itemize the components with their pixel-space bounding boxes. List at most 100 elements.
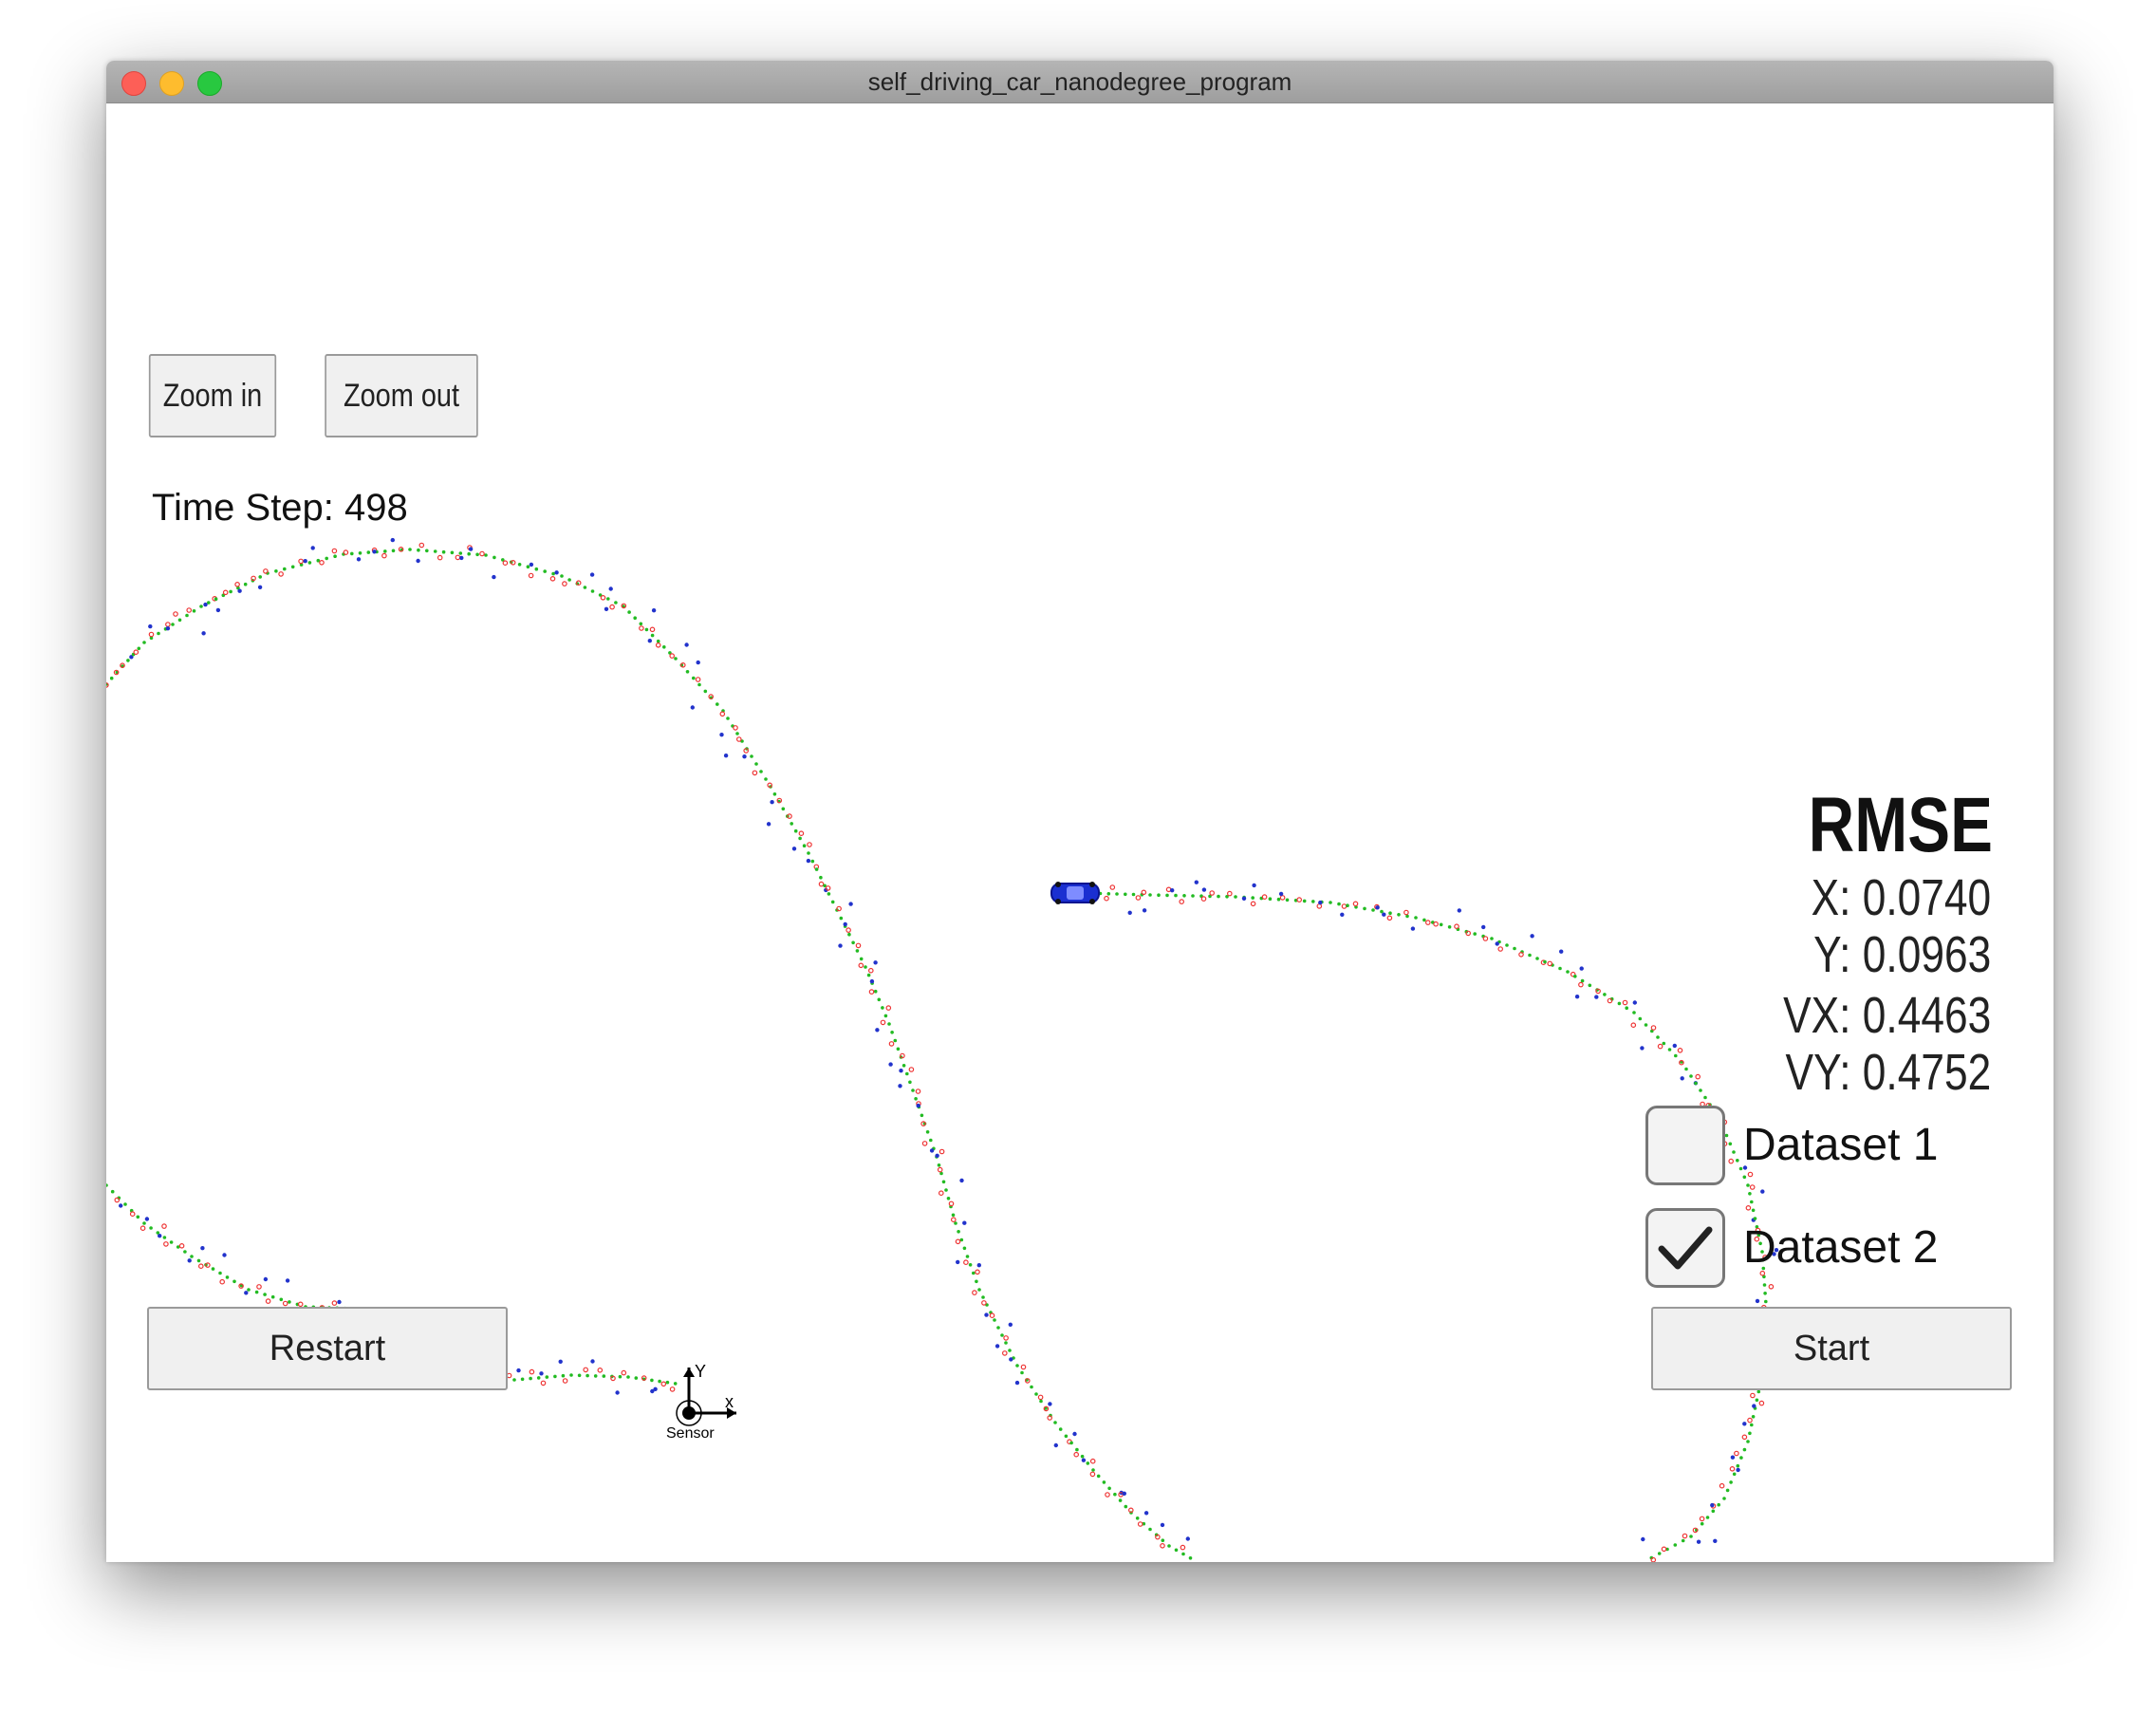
simulator-window: self_driving_car_nanodegree_program Y x … xyxy=(106,61,2054,1562)
radar-measurement xyxy=(1730,1455,1736,1460)
ground-truth-point xyxy=(1739,1456,1743,1460)
lidar-measurement xyxy=(1728,1158,1735,1164)
window-title: self_driving_car_nanodegree_program xyxy=(867,67,1292,96)
radar-measurement xyxy=(459,555,464,561)
ground-truth-point xyxy=(750,754,753,758)
radar-measurement xyxy=(1530,934,1534,939)
radar-measurement xyxy=(1672,1043,1678,1049)
dataset-2-label[interactable]: Dataset 2 xyxy=(1743,1225,1938,1271)
ground-truth-point xyxy=(1174,893,1178,898)
lidar-measurement xyxy=(1719,1482,1725,1489)
ground-truth-point xyxy=(1729,1480,1733,1484)
lidar-measurement xyxy=(807,842,812,847)
ground-truth-point xyxy=(673,1382,678,1386)
ground-truth-point xyxy=(937,1163,941,1167)
lidar-measurement xyxy=(1160,1543,1165,1549)
ground-truth-point xyxy=(590,589,595,593)
lidar-measurement xyxy=(989,1312,995,1319)
radar-measurement xyxy=(337,1299,342,1305)
zoom-in-button[interactable]: Zoom in xyxy=(148,354,277,437)
ground-truth-point xyxy=(553,1374,557,1379)
ground-truth-point xyxy=(925,1130,930,1134)
radar-measurement xyxy=(1457,908,1462,913)
radar-measurement xyxy=(1201,887,1207,892)
radar-measurement xyxy=(838,943,843,948)
start-button[interactable]: Start xyxy=(1651,1307,2012,1390)
radar-measurement xyxy=(263,1276,269,1282)
lidar-measurement xyxy=(1296,897,1303,903)
lidar-measurement xyxy=(234,581,240,587)
track-layer xyxy=(106,537,1781,1562)
ground-truth-point xyxy=(1157,893,1161,897)
radar-measurement xyxy=(615,1390,620,1395)
ground-truth-point xyxy=(981,1295,985,1299)
radar-measurement xyxy=(529,562,534,568)
dataset-2-checkbox[interactable] xyxy=(1645,1208,1725,1288)
lidar-measurement xyxy=(1630,1022,1637,1029)
ground-truth-point xyxy=(288,1300,291,1304)
radar-measurement xyxy=(1641,1536,1645,1542)
radar-measurement xyxy=(770,800,774,805)
radar-measurement xyxy=(119,1203,123,1208)
ground-truth-point xyxy=(567,578,571,582)
lidar-measurement xyxy=(1695,1073,1701,1080)
ground-truth-point xyxy=(123,1202,127,1206)
ground-truth-point xyxy=(839,916,844,921)
lidar-measurement xyxy=(1768,1284,1775,1290)
dataset-1-label[interactable]: Dataset 1 xyxy=(1743,1123,1938,1168)
lidar-measurement xyxy=(139,1225,146,1232)
lidar-measurement xyxy=(937,1166,943,1173)
ground-truth-point xyxy=(1717,1502,1720,1507)
radar-measurement xyxy=(468,547,474,551)
radar-measurement xyxy=(806,858,811,864)
radar-measurement xyxy=(1594,995,1599,999)
radar-measurement xyxy=(1680,1076,1684,1081)
ground-truth-point xyxy=(1681,1538,1685,1543)
radar-measurement xyxy=(690,705,695,710)
ground-truth-point xyxy=(543,569,547,573)
ground-truth-point xyxy=(1490,937,1494,940)
ground-truth-point xyxy=(1234,895,1237,899)
ground-truth-point xyxy=(1439,922,1443,927)
ground-truth-point xyxy=(1251,896,1255,900)
ground-truth-point xyxy=(1115,892,1119,896)
lidar-measurement xyxy=(540,1380,547,1386)
ground-truth-point xyxy=(475,552,479,557)
radar-measurement xyxy=(165,626,171,631)
ground-truth-point xyxy=(1662,1041,1666,1046)
radar-measurement xyxy=(1194,880,1199,884)
lidar-measurement xyxy=(915,1089,921,1094)
radar-measurement xyxy=(888,1062,893,1067)
ground-truth-point xyxy=(920,1113,924,1118)
ground-truth-point xyxy=(1638,1016,1643,1021)
rmse-vy-value: VY: 0.4752 xyxy=(1785,1044,1991,1101)
dataset-1-checkbox[interactable] xyxy=(1645,1106,1725,1185)
ground-truth-point xyxy=(965,1255,970,1258)
ground-truth-point xyxy=(1131,892,1136,897)
zoom-out-button[interactable]: Zoom out xyxy=(325,354,478,437)
radar-measurement xyxy=(222,1253,227,1257)
ground-truth-point xyxy=(1732,1472,1737,1477)
ground-truth-point xyxy=(1447,925,1452,929)
ground-truth-point xyxy=(639,622,643,626)
ground-truth-point xyxy=(1337,902,1341,906)
ground-truth-point xyxy=(941,1180,946,1184)
lidar-measurement xyxy=(733,725,738,731)
ground-truth-point xyxy=(232,1279,236,1284)
ground-truth-point xyxy=(1736,1463,1740,1468)
radar-measurement xyxy=(976,1263,981,1268)
radar-measurement xyxy=(647,639,652,643)
ground-truth-point xyxy=(864,965,867,969)
ground-truth-point xyxy=(1167,1544,1171,1548)
lidar-measurement xyxy=(1758,1400,1765,1406)
lidar-measurement xyxy=(222,589,229,596)
ground-truth-point xyxy=(703,689,708,694)
ground-truth-point xyxy=(526,565,530,568)
ground-truth-point xyxy=(685,670,690,674)
restart-button[interactable]: Restart xyxy=(147,1307,508,1390)
ground-truth-point xyxy=(814,867,819,871)
ground-truth-point xyxy=(807,851,810,855)
lidar-measurement xyxy=(163,1241,169,1247)
ground-truth-point xyxy=(1188,1556,1193,1560)
radar-measurement xyxy=(650,1388,655,1394)
